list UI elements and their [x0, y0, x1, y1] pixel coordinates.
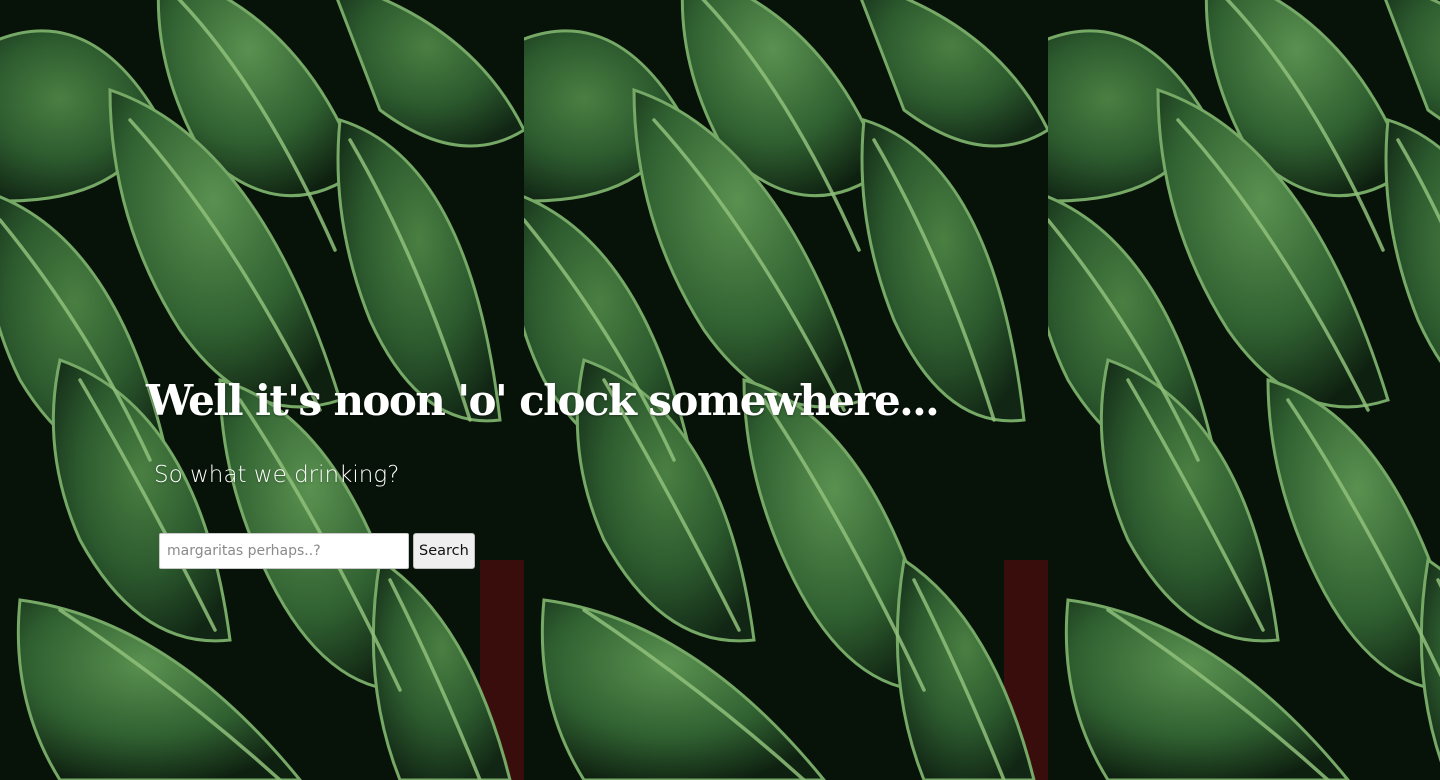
hero-headline: Well it's noon 'o' clock somewhere... [146, 376, 940, 425]
drink-search-input[interactable] [159, 533, 409, 569]
hero-section: Well it's noon 'o' clock somewhere... So… [0, 0, 1440, 780]
hero-subheadline: So what we drinking? [154, 462, 400, 488]
search-button[interactable]: Search [413, 533, 475, 569]
drink-search-form: Search [159, 533, 475, 569]
